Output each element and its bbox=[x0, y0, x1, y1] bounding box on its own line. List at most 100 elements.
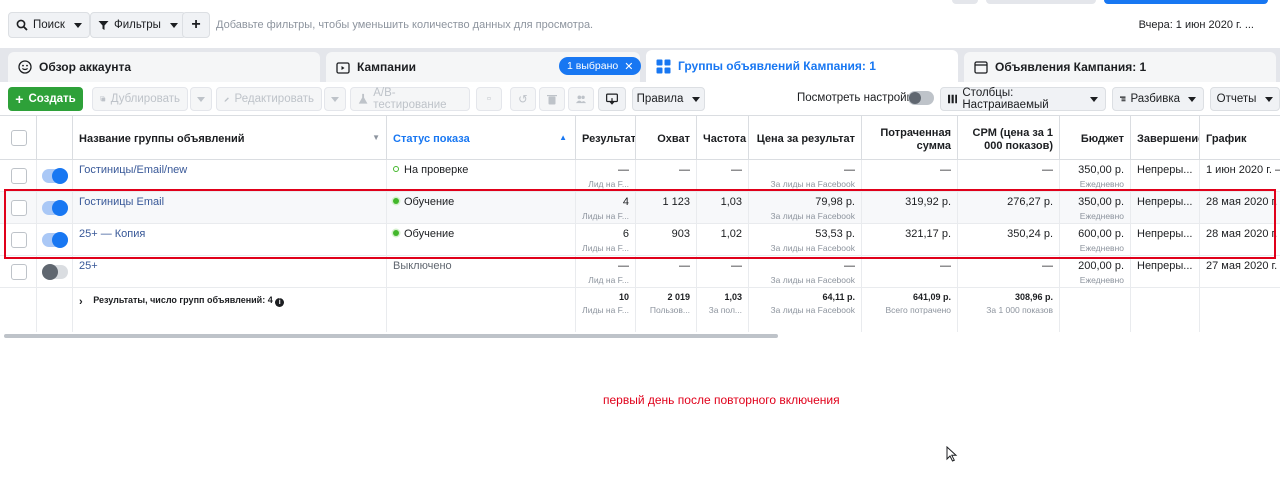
table-row[interactable]: 25+ Выключено — Лид на F... — — — За лиды на Fa… bbox=[0, 256, 1280, 288]
trash-icon bbox=[547, 94, 557, 104]
column-header-frequency[interactable]: Частота bbox=[697, 116, 749, 160]
totals-results: 10 Лиды на F... bbox=[576, 288, 636, 332]
search-button[interactable]: Поиск bbox=[8, 12, 90, 38]
adset-on-off-toggle[interactable] bbox=[42, 232, 68, 248]
table-row[interactable]: Гостиницы/Email/new На проверке — Лид на F.… bbox=[0, 160, 1280, 192]
reports-button[interactable]: Отчеты bbox=[1210, 87, 1280, 111]
row-checkbox[interactable] bbox=[11, 232, 27, 248]
selected-count-pill[interactable]: 1 выбрано ✕ bbox=[559, 57, 642, 75]
toggle-column-header bbox=[37, 116, 73, 160]
schedule-cell: 1 июн 2020 г. – П bbox=[1200, 160, 1280, 192]
info-icon[interactable]: i bbox=[275, 298, 285, 307]
delete-button[interactable] bbox=[539, 87, 565, 111]
column-header-budget[interactable]: Бюджет bbox=[1060, 116, 1131, 160]
search-icon bbox=[16, 19, 28, 31]
sort-caret-icon: ▼ bbox=[372, 133, 380, 142]
column-header-status[interactable]: Статус показа ▲ bbox=[387, 116, 576, 160]
select-all-checkbox[interactable] bbox=[11, 130, 27, 146]
frequency-cell: 1,03 bbox=[697, 192, 749, 224]
adset-name-link[interactable]: 25+ — Копия bbox=[79, 228, 145, 240]
column-header-reach[interactable]: Охват bbox=[636, 116, 697, 160]
spent-cell: — bbox=[862, 256, 958, 288]
selected-count-label: 1 выбрано bbox=[567, 60, 619, 72]
adset-on-off-toggle[interactable] bbox=[42, 200, 68, 216]
column-header-schedule[interactable]: График bbox=[1200, 116, 1280, 160]
columns-button[interactable]: Столбцы: Настраиваемый bbox=[940, 87, 1106, 111]
column-header-cost-per-result[interactable]: Цена за результат bbox=[749, 116, 862, 160]
budget-cell: 350,00 р. Ежедневно bbox=[1060, 192, 1131, 224]
column-header-ends[interactable]: Завершение bbox=[1131, 116, 1200, 160]
filters-button[interactable]: Фильтры bbox=[90, 12, 186, 38]
column-header-results[interactable]: Результат bbox=[576, 116, 636, 160]
row-toggle-cell bbox=[37, 192, 73, 224]
results-value: — bbox=[618, 164, 629, 176]
results-sub: Лиды на F... bbox=[582, 243, 629, 253]
row-checkbox[interactable] bbox=[11, 168, 27, 184]
cost-value: — bbox=[844, 164, 855, 176]
totals-frequency-value: 1,03 bbox=[724, 292, 742, 302]
folder-icon bbox=[336, 61, 350, 74]
horizontal-scrollbar[interactable] bbox=[4, 334, 778, 338]
status-text: На проверке bbox=[404, 164, 469, 176]
cost-cell: — За лиды на Facebook bbox=[749, 160, 862, 192]
row-checkbox-cell bbox=[0, 192, 37, 224]
duplicate-button[interactable]: Дублировать bbox=[92, 87, 188, 111]
schedule-value: 28 мая 2020 г. – bbox=[1206, 196, 1280, 208]
view-settings-label: Посмотреть настройки bbox=[797, 92, 919, 104]
create-button[interactable]: + Создать bbox=[8, 87, 83, 111]
totals-spent: 641,09 р. Всего потрачено bbox=[862, 288, 958, 332]
archive-button[interactable]: ▫ bbox=[476, 87, 502, 111]
results-sub: Лид на F... bbox=[588, 179, 629, 189]
undo-button[interactable]: ↺ bbox=[510, 87, 536, 111]
column-header-spent[interactable]: Потраченная сумма bbox=[862, 116, 958, 160]
audience-button[interactable] bbox=[568, 87, 594, 111]
close-icon[interactable]: ✕ bbox=[624, 60, 633, 73]
breakdown-button[interactable]: Разбивка bbox=[1112, 87, 1204, 111]
edit-button[interactable]: Редактировать bbox=[216, 87, 322, 111]
reports-label: Отчеты bbox=[1216, 93, 1257, 105]
results-cell: — Лид на F... bbox=[576, 160, 636, 192]
adset-name-link[interactable]: 25+ bbox=[79, 260, 98, 272]
view-settings-toggle[interactable] bbox=[908, 91, 934, 105]
filters-label: Фильтры bbox=[114, 19, 161, 31]
copy-icon bbox=[100, 96, 106, 102]
table-row[interactable]: 25+ — Копия Обучение 6 Лиды на F... 903 1,02 5… bbox=[0, 224, 1280, 256]
adset-name-link[interactable]: Гостиницы Email bbox=[79, 196, 164, 208]
adset-on-off-toggle[interactable] bbox=[42, 264, 68, 280]
cpm-value: 350,24 р. bbox=[1007, 228, 1053, 240]
row-checkbox[interactable] bbox=[11, 264, 27, 280]
tab-ads[interactable]: Объявления Кампания: 1 bbox=[964, 52, 1276, 82]
adset-on-off-toggle[interactable] bbox=[42, 168, 68, 184]
totals-cpm: 308,96 р. За 1 000 показов bbox=[958, 288, 1060, 332]
chevron-down-icon bbox=[197, 96, 205, 102]
add-filter-button[interactable]: + bbox=[182, 12, 210, 38]
table-row[interactable]: Гостиницы Email Обучение 4 Лиды на F... 1 12… bbox=[0, 192, 1280, 224]
cost-sub: За лиды на Facebook bbox=[770, 243, 855, 253]
row-toggle-cell bbox=[37, 256, 73, 288]
row-checkbox-cell bbox=[0, 224, 37, 256]
duplicate-menu-button[interactable] bbox=[190, 87, 212, 111]
rules-button[interactable]: Правила bbox=[632, 87, 705, 111]
date-range-picker[interactable]: Вчера: 1 июн 2020 г. ... bbox=[1139, 19, 1254, 31]
column-header-cpm[interactable]: CPM (цена за 1 000 показов) bbox=[958, 116, 1060, 160]
edit-menu-button[interactable] bbox=[324, 87, 346, 111]
column-header-cpm-line1: CPM (цена за 1 bbox=[972, 127, 1053, 139]
row-checkbox[interactable] bbox=[11, 200, 27, 216]
top-button-stub-1 bbox=[952, 0, 978, 4]
column-header-name[interactable]: Название группы объявлений ▼ bbox=[73, 116, 387, 160]
budget-cell: 200,00 р. Ежедневно bbox=[1060, 256, 1131, 288]
archive-icon: ▫ bbox=[486, 93, 492, 105]
chevron-down-icon bbox=[169, 22, 178, 28]
mouse-cursor-icon bbox=[946, 446, 958, 462]
adset-name-link[interactable]: Гостиницы/Email/new bbox=[79, 164, 187, 176]
budget-sub: Ежедневно bbox=[1079, 179, 1124, 189]
tab-campaigns-label: Кампании bbox=[357, 60, 416, 74]
row-checkbox-cell bbox=[0, 256, 37, 288]
top-button-stub-2 bbox=[986, 0, 1096, 4]
expand-chevron-icon[interactable]: › bbox=[79, 296, 83, 308]
tab-adsets[interactable]: Группы объявлений Кампания: 1 bbox=[646, 50, 958, 82]
annotation-note: первый день после повторного включения bbox=[603, 393, 840, 407]
ab-test-button[interactable]: A/B-тестирование bbox=[350, 87, 470, 111]
preview-button[interactable] bbox=[598, 87, 626, 111]
tab-account-overview[interactable]: Обзор аккаунта bbox=[8, 52, 320, 82]
